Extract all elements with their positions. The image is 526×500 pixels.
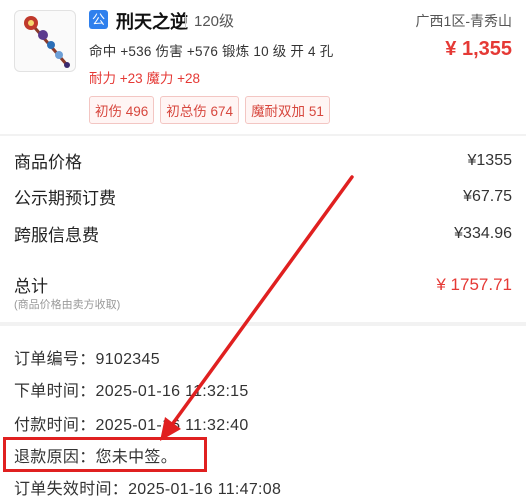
price-row-item: 商品价格 ¥1355 bbox=[14, 148, 512, 173]
staff-weapon-icon bbox=[24, 16, 70, 68]
price-note: (商品价格由卖方收取) bbox=[14, 299, 121, 311]
order-expire-time: 订单失效时间：2025-01-16 11:47:08 bbox=[14, 481, 282, 498]
price-label: 跨服信息费 bbox=[14, 226, 99, 245]
item-name[interactable]: 刑天之逆 bbox=[116, 8, 188, 34]
order-number: 订单编号：9102345 bbox=[14, 351, 160, 368]
price-label: 商品价格 bbox=[14, 153, 82, 172]
payment-time: 付款时间：2025-01-16 11:32:40 bbox=[14, 417, 249, 434]
price-row-reservation: 公示期预订费 ¥67.75 bbox=[14, 184, 512, 209]
item-thumbnail[interactable] bbox=[14, 10, 76, 72]
price-value: ¥334.96 bbox=[454, 224, 512, 242]
order-time: 下单时间：2025-01-16 11:32:15 bbox=[14, 383, 249, 400]
public-badge: 公 bbox=[89, 10, 108, 29]
tag-dual-bonus: 魔耐双加 51 bbox=[245, 96, 330, 124]
annotation-highlight-box bbox=[3, 437, 207, 472]
price-row-total: 总计 ¥ 1757.71 bbox=[14, 272, 512, 297]
item-tags: 初伤 496 初总伤 674 魔耐双加 51 bbox=[89, 96, 330, 124]
server-name: 广西1区-青秀山 bbox=[415, 13, 512, 29]
price-row-crossserver: 跨服信息费 ¥334.96 bbox=[14, 221, 512, 246]
total-label: 总计 bbox=[14, 277, 48, 296]
item-level: 120级 bbox=[194, 13, 235, 30]
divider bbox=[185, 12, 186, 28]
tag-total-damage: 初总伤 674 bbox=[160, 96, 240, 124]
item-price: ¥ 1,355 bbox=[445, 38, 512, 60]
price-value: ¥67.75 bbox=[463, 187, 512, 205]
price-breakdown: 商品价格 ¥1355 公示期预订费 ¥67.75 跨服信息费 ¥334.96 总… bbox=[0, 136, 526, 322]
item-bonus-stats: 耐力 +23 魔力 +28 bbox=[89, 71, 201, 86]
tag-initial-damage: 初伤 496 bbox=[89, 96, 155, 124]
item-stats: 命中 +536 伤害 +576 锻炼 10 级 开 4 孔 bbox=[89, 44, 334, 59]
product-card[interactable]: 公 刑天之逆 120级 广西1区-青秀山 ¥ 1,355 命中 +536 伤害 … bbox=[0, 0, 526, 134]
price-value: ¥1355 bbox=[467, 151, 513, 169]
total-value: ¥ 1757.71 bbox=[436, 274, 512, 294]
price-label: 公示期预订费 bbox=[14, 189, 116, 208]
